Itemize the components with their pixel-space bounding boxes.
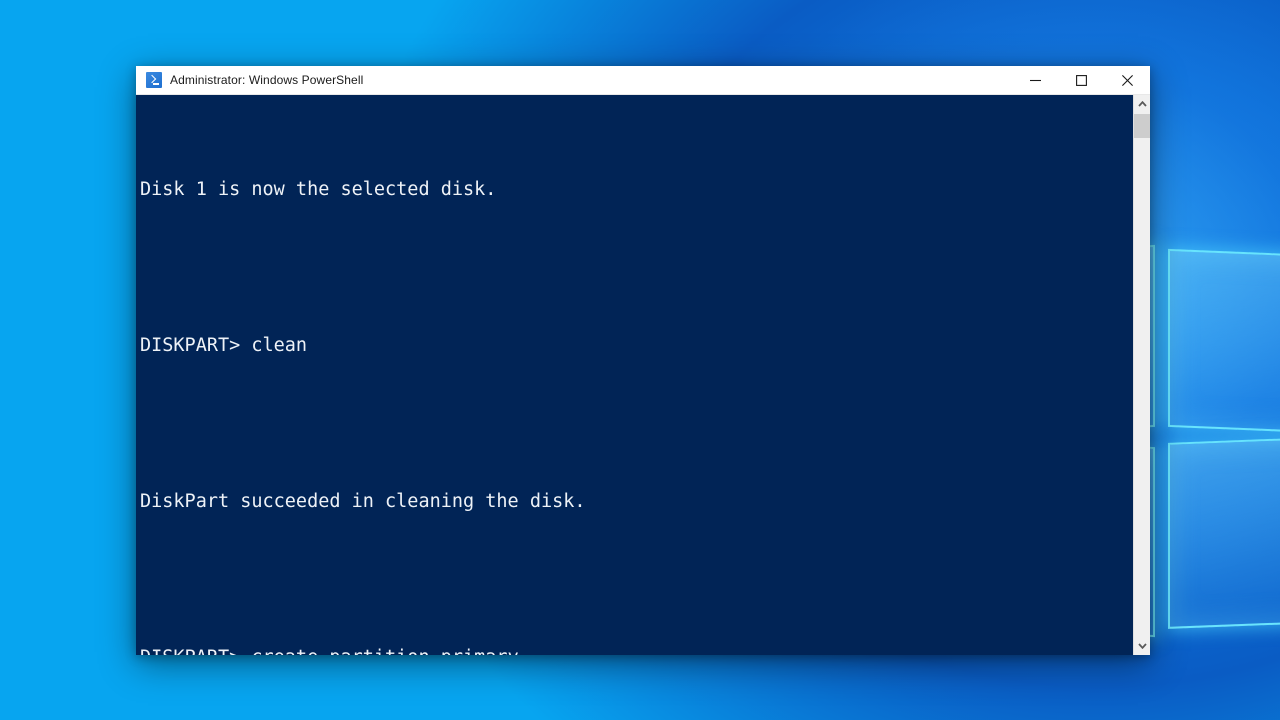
- scrollbar-track[interactable]: [1134, 113, 1150, 637]
- close-button[interactable]: [1104, 66, 1150, 95]
- maximize-icon: [1075, 74, 1087, 86]
- minimize-button[interactable]: [1012, 66, 1058, 95]
- chevron-down-icon: [1137, 643, 1147, 649]
- maximize-button[interactable]: [1058, 66, 1104, 95]
- close-icon: [1121, 74, 1133, 86]
- console-line: Disk 1 is now the selected disk.: [138, 177, 1133, 203]
- console-area[interactable]: Disk 1 is now the selected disk. DISKPAR…: [136, 95, 1150, 655]
- console-output[interactable]: Disk 1 is now the selected disk. DISKPAR…: [136, 95, 1133, 655]
- powershell-window[interactable]: Administrator: Windows PowerShell Disk 1…: [136, 66, 1150, 655]
- console-line: DISKPART> clean: [138, 333, 1133, 359]
- scrollbar-thumb[interactable]: [1134, 114, 1150, 138]
- powershell-icon: [146, 72, 162, 88]
- scroll-down-arrow[interactable]: [1134, 637, 1150, 655]
- console-line-text: DISKPART> clean: [140, 335, 308, 356]
- window-title: Administrator: Windows PowerShell: [170, 73, 364, 87]
- wallpaper-pane-bottom-right: [1168, 437, 1280, 629]
- vertical-scrollbar[interactable]: [1133, 95, 1150, 655]
- console-line-text: DiskPart succeeded in cleaning the disk.: [140, 491, 586, 512]
- wallpaper-pane-top-right: [1168, 248, 1280, 434]
- console-line: DISKPART> create partition primary: [138, 645, 1133, 655]
- window-titlebar[interactable]: Administrator: Windows PowerShell: [136, 66, 1150, 95]
- minimize-icon: [1029, 79, 1041, 81]
- scroll-up-arrow[interactable]: [1134, 95, 1150, 113]
- console-line-text: DISKPART> create partition primary: [140, 647, 519, 655]
- console-line-text: Disk 1 is now the selected disk.: [140, 179, 497, 200]
- chevron-up-icon: [1137, 101, 1147, 107]
- console-line: DiskPart succeeded in cleaning the disk.: [138, 489, 1133, 515]
